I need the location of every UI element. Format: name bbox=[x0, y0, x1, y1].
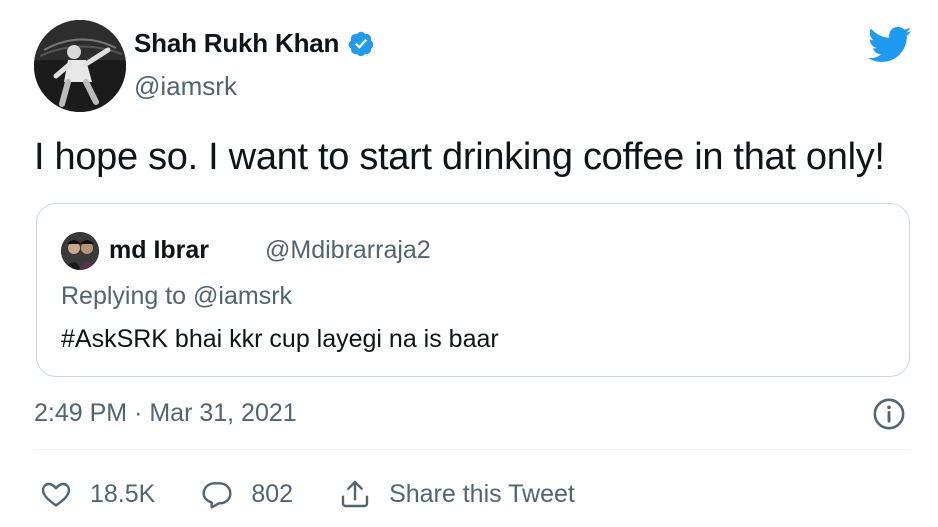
share-label: Share this Tweet bbox=[389, 479, 575, 508]
quoted-avatar-image bbox=[61, 232, 99, 270]
tweet-card: Shah Rukh Khan @iamsrk I hope so. I want… bbox=[0, 0, 938, 527]
author-display-name[interactable]: Shah Rukh Khan bbox=[134, 28, 339, 59]
replying-to-handle[interactable]: @iamsrk bbox=[193, 282, 292, 310]
replying-to-prefix: Replying to bbox=[61, 282, 187, 310]
share-icon bbox=[341, 480, 369, 508]
author-avatar-image bbox=[34, 20, 126, 112]
reply-count: 802 bbox=[251, 479, 294, 508]
quoted-tweet[interactable]: md Ibrar @Mdibrarraja2 Replying to @iams… bbox=[36, 203, 910, 377]
timestamp-separator: · bbox=[134, 399, 143, 427]
tweet-time: 2:49 PM bbox=[34, 399, 128, 427]
share-button[interactable]: Share this Tweet bbox=[339, 478, 575, 510]
info-icon[interactable] bbox=[872, 397, 906, 431]
reply-button[interactable]: 802 bbox=[201, 478, 293, 510]
quoted-handle: @Mdibrarraja2 bbox=[265, 236, 431, 264]
tweet-text: I hope so. I want to start drinking coff… bbox=[34, 136, 885, 178]
verified-badge-icon bbox=[348, 31, 374, 56]
author-handle[interactable]: @iamsrk bbox=[134, 71, 237, 102]
like-button[interactable]: 18.5K bbox=[40, 478, 155, 510]
author-avatar[interactable] bbox=[34, 20, 126, 112]
twitter-bird-icon[interactable] bbox=[868, 26, 912, 64]
divider bbox=[34, 449, 910, 450]
heart-icon bbox=[41, 482, 71, 507]
like-count: 18.5K bbox=[90, 479, 156, 508]
reply-icon bbox=[202, 482, 232, 509]
replying-to-line: Replying to @iamsrk bbox=[61, 282, 292, 311]
tweet-date: Mar 31, 2021 bbox=[149, 399, 297, 427]
quoted-author-avatar[interactable] bbox=[61, 232, 99, 270]
quoted-display-name: md Ibrar bbox=[109, 236, 210, 264]
action-bar: 18.5K 802 Share this Tweet bbox=[40, 474, 621, 514]
author-name-row: Shah Rukh Khan bbox=[134, 28, 375, 59]
tweet-timestamp[interactable]: 2:49 PM · Mar 31, 2021 bbox=[34, 399, 297, 428]
quoted-text: #AskSRK bhai kkr cup layegi na is baar bbox=[61, 325, 499, 353]
